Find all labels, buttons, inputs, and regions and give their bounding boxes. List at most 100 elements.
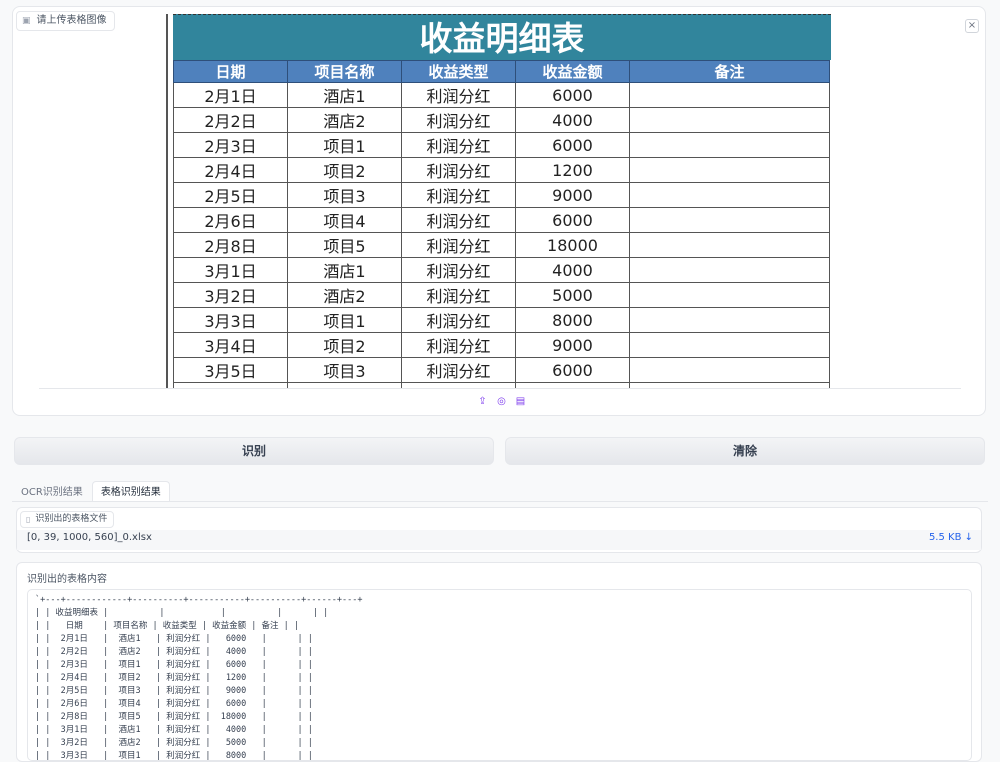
sheet-row: 3月5日 项目3 利润分红 6000 bbox=[173, 357, 830, 383]
sheet-cell: 利润分红 bbox=[401, 132, 516, 158]
sheet-row: 3月1日 酒店1 利润分红 4000 bbox=[173, 257, 830, 283]
sheet-cell: 3月5日 bbox=[173, 357, 288, 383]
sheet-table: 日期 项目名称 收益类型 收益金额 备注 2月1日 酒店1 利润分红 6000 2月2日 酒店2 利… bbox=[173, 60, 830, 389]
clipboard-icon[interactable]: ▤ bbox=[515, 396, 526, 407]
upload-icon[interactable]: ⇪ bbox=[477, 396, 488, 407]
tab-table-result[interactable]: 表格识别结果 bbox=[91, 481, 170, 502]
sheet-cell: 项目3 bbox=[287, 182, 402, 208]
sheet-cell: 利润分红 bbox=[401, 257, 516, 283]
sheet-cell: 酒店1 bbox=[287, 82, 402, 108]
sheet-cell: 利润分红 bbox=[401, 307, 516, 333]
sheet-cell bbox=[629, 107, 830, 133]
sheet-cell: 3月3日 bbox=[173, 307, 288, 333]
sheet-cell: 3月4日 bbox=[173, 332, 288, 358]
sheet-cell bbox=[629, 232, 830, 258]
sheet-row: 3月4日 项目2 利润分红 9000 bbox=[173, 332, 830, 358]
sheet-header-cell: 收益类型 bbox=[401, 60, 516, 83]
sheet-cell: 2月3日 bbox=[173, 132, 288, 158]
result-tabs: OCR识别结果 表格识别结果 bbox=[12, 481, 170, 502]
sheet-cell: 利润分红 bbox=[401, 282, 516, 308]
sheet-cell bbox=[629, 307, 830, 333]
sheet-cell: 利润分红 bbox=[401, 357, 516, 383]
image-upload-panel[interactable]: ▣ 请上传表格图像 × 收益明细表 日期 项目名称 收益类型 收益金额 备注 2月1日酒… bbox=[12, 6, 986, 416]
sheet-cell: 2月8日 bbox=[173, 232, 288, 258]
content-label: 识别出的表格内容 bbox=[27, 574, 107, 585]
tab-divider bbox=[12, 501, 988, 502]
sheet-cell bbox=[629, 82, 830, 108]
file-label: ▯ 识别出的表格文件 bbox=[20, 511, 115, 528]
table-content-text: `+---+------------+----------+----------… bbox=[35, 595, 363, 761]
clear-button[interactable]: 清除 bbox=[505, 437, 985, 465]
sheet-header-cell: 收益金额 bbox=[515, 60, 630, 83]
sheet-cell: 9000 bbox=[515, 332, 630, 358]
sheet-cell: 利润分红 bbox=[401, 157, 516, 183]
sheet-cell bbox=[629, 182, 830, 208]
table-content-textarea[interactable]: `+---+------------+----------+----------… bbox=[27, 589, 972, 761]
upload-label: ▣ 请上传表格图像 bbox=[16, 11, 115, 31]
sheet-cell: 6000 bbox=[515, 207, 630, 233]
close-icon[interactable]: × bbox=[965, 19, 979, 33]
sheet-cell bbox=[629, 132, 830, 158]
divider bbox=[39, 388, 961, 389]
sheet-cell: 2月5日 bbox=[173, 182, 288, 208]
sheet-row: 2月6日 项目4 利润分红 6000 bbox=[173, 207, 830, 233]
sheet-cell: 项目1 bbox=[287, 307, 402, 333]
sheet-cell: 6000 bbox=[515, 82, 630, 108]
sheet-row: 2月1日 酒店1 利润分红 6000 bbox=[173, 82, 830, 108]
sheet-cell: 利润分红 bbox=[401, 182, 516, 208]
sheet-row: 3月2日 酒店2 利润分红 5000 bbox=[173, 282, 830, 308]
sheet-cell: 酒店2 bbox=[287, 282, 402, 308]
file-icon: ▯ bbox=[26, 515, 31, 524]
sheet-cell: 2月1日 bbox=[173, 82, 288, 108]
uploaded-table-image: 收益明细表 日期 项目名称 收益类型 收益金额 备注 2月1日 酒店1 利润分红 6000 2月… bbox=[166, 14, 833, 389]
sheet-cell bbox=[629, 332, 830, 358]
sheet-cell: 项目2 bbox=[287, 157, 402, 183]
sheet-cell: 8000 bbox=[515, 307, 630, 333]
download-link[interactable]: 5.5 KB ↓ bbox=[929, 532, 973, 543]
sheet-cell: 9000 bbox=[515, 182, 630, 208]
sheet-cell: 项目3 bbox=[287, 357, 402, 383]
file-row[interactable]: [0, 39, 1000, 560]_0.xlsx 5.5 KB ↓ bbox=[17, 530, 981, 550]
sheet-cell: 酒店1 bbox=[287, 257, 402, 283]
sheet-cell: 3月2日 bbox=[173, 282, 288, 308]
image-toolbar: ⇪ ◎ ▤ bbox=[477, 396, 526, 407]
sheet-cell: 利润分红 bbox=[401, 332, 516, 358]
sheet-header-cell: 日期 bbox=[173, 60, 288, 83]
sheet-cell: 酒店2 bbox=[287, 107, 402, 133]
sheet-cell: 4000 bbox=[515, 257, 630, 283]
sheet-cell: 2月6日 bbox=[173, 207, 288, 233]
sheet-cell: 3月1日 bbox=[173, 257, 288, 283]
file-label-text: 识别出的表格文件 bbox=[35, 514, 108, 524]
sheet-cell: 利润分红 bbox=[401, 82, 516, 108]
sheet-cell: 6000 bbox=[515, 357, 630, 383]
table-content-block: 识别出的表格内容 `+---+------------+----------+-… bbox=[16, 562, 982, 762]
sheet-cell: 5000 bbox=[515, 282, 630, 308]
recognize-button[interactable]: 识别 bbox=[14, 437, 494, 465]
sheet-row: 2月5日 项目3 利润分红 9000 bbox=[173, 182, 830, 208]
sheet-cell: 项目2 bbox=[287, 332, 402, 358]
webcam-icon[interactable]: ◎ bbox=[496, 396, 507, 407]
sheet-row: 3月3日 项目1 利润分红 8000 bbox=[173, 307, 830, 333]
sheet-row: 2月8日 项目5 利润分红 18000 bbox=[173, 232, 830, 258]
sheet-cell: 项目4 bbox=[287, 207, 402, 233]
sheet-cell: 1200 bbox=[515, 157, 630, 183]
tab-ocr-result[interactable]: OCR识别结果 bbox=[12, 481, 92, 502]
sheet-cell bbox=[629, 257, 830, 283]
sheet-cell bbox=[629, 207, 830, 233]
sheet-cell: 2月2日 bbox=[173, 107, 288, 133]
image-icon: ▣ bbox=[22, 16, 31, 26]
sheet-cell: 4000 bbox=[515, 107, 630, 133]
sheet-header-cell: 项目名称 bbox=[287, 60, 402, 83]
sheet-cell: 利润分红 bbox=[401, 207, 516, 233]
sheet-cell: 2月4日 bbox=[173, 157, 288, 183]
sheet-row: 2月4日 项目2 利润分红 1200 bbox=[173, 157, 830, 183]
sheet-cell: 利润分红 bbox=[401, 232, 516, 258]
sheet-cell: 项目1 bbox=[287, 132, 402, 158]
sheet-cell bbox=[629, 282, 830, 308]
sheet-cell bbox=[629, 157, 830, 183]
sheet-row: 2月3日 项目1 利润分红 6000 bbox=[173, 132, 830, 158]
sheet-cell: 利润分红 bbox=[401, 107, 516, 133]
sheet-cell bbox=[629, 357, 830, 383]
file-name: [0, 39, 1000, 560]_0.xlsx bbox=[27, 532, 152, 543]
sheet-cell: 6000 bbox=[515, 132, 630, 158]
